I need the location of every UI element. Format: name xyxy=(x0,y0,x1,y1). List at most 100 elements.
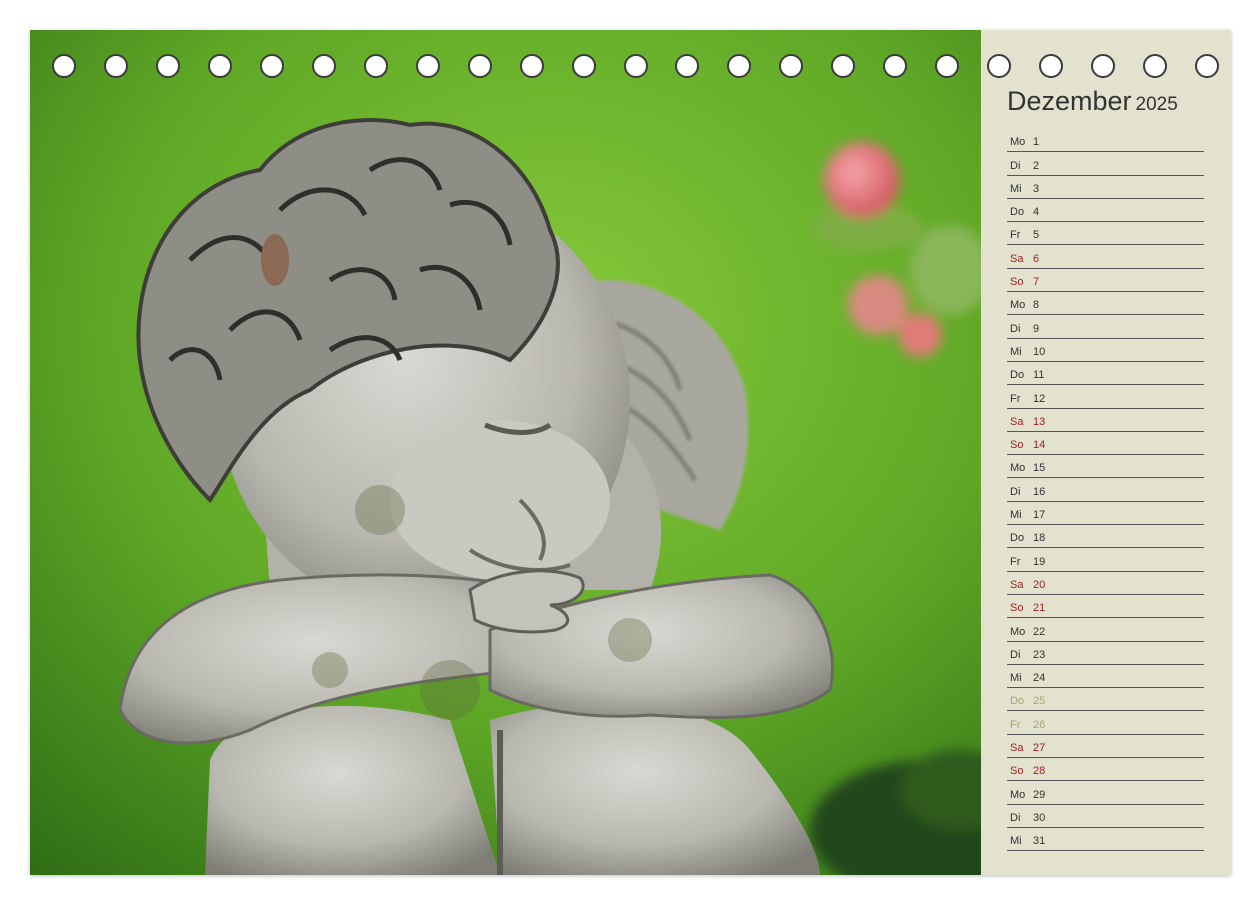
binding-hole xyxy=(415,54,440,78)
day-row: Sa 13 xyxy=(1007,409,1204,432)
day-row: Di 9 xyxy=(1007,315,1204,339)
day-row: Do 4 xyxy=(1007,199,1204,223)
binding-hole xyxy=(727,54,752,78)
weekday-label: Di xyxy=(1010,159,1021,172)
day-row: Sa 6 xyxy=(1007,245,1204,269)
weekday-label: Di xyxy=(1010,485,1021,498)
weekday-label: Sa xyxy=(1010,742,1024,755)
day-row: Mo 1 xyxy=(1007,129,1204,153)
binding-hole xyxy=(467,54,492,78)
day-number: 23 xyxy=(1033,648,1046,661)
day-number: 2 xyxy=(1033,159,1040,172)
day-row: Mo 29 xyxy=(1007,781,1204,805)
binding-hole xyxy=(103,54,128,78)
day-row: Fr 26 xyxy=(1007,711,1204,735)
day-row: So 14 xyxy=(1007,432,1204,456)
day-number: 29 xyxy=(1033,788,1046,801)
binding-hole xyxy=(935,54,960,78)
weekday-label: Mo xyxy=(1010,136,1026,149)
day-number: 6 xyxy=(1033,252,1040,265)
day-number: 12 xyxy=(1033,392,1046,405)
day-row: Do 18 xyxy=(1007,525,1204,549)
day-number: 27 xyxy=(1033,742,1046,755)
calendar-page: Dezember 2025 Mo 1 Di 2 Mi 3 Do 4 Fr 5 Sa 6 So 7 Mo 8 Di 9… xyxy=(30,30,1231,875)
day-row: Mo 22 xyxy=(1007,618,1204,642)
day-row: Mo 15 xyxy=(1007,455,1204,479)
photo-illustration xyxy=(30,30,981,875)
day-row: Mi 24 xyxy=(1007,665,1204,689)
day-number: 17 xyxy=(1033,509,1046,522)
calendar-panel: Dezember 2025 Mo 1 Di 2 Mi 3 Do 4 Fr 5 Sa 6 So 7 Mo 8 Di 9… xyxy=(981,30,1231,875)
day-row: Sa 20 xyxy=(1007,572,1204,595)
weekday-label: Mo xyxy=(1010,299,1026,312)
day-row: So 7 xyxy=(1007,269,1204,293)
weekday-label: Mi xyxy=(1010,509,1022,522)
month-name: Dezember xyxy=(1007,86,1132,116)
binding-hole xyxy=(831,54,856,78)
day-number: 30 xyxy=(1033,811,1046,824)
day-row: Do 25 xyxy=(1007,688,1204,712)
binding-hole xyxy=(311,54,336,78)
day-number: 22 xyxy=(1033,625,1046,638)
day-row: So 28 xyxy=(1007,758,1204,782)
day-row: Di 30 xyxy=(1007,805,1204,828)
weekday-label: Mo xyxy=(1010,625,1026,638)
day-number: 19 xyxy=(1033,555,1046,568)
weekday-label: Fr xyxy=(1010,392,1021,405)
day-row: So 21 xyxy=(1007,595,1204,619)
day-row: Sa 27 xyxy=(1007,735,1204,759)
day-number: 10 xyxy=(1033,345,1046,358)
day-number: 16 xyxy=(1033,485,1046,498)
weekday-label: Mi xyxy=(1010,345,1022,358)
day-number: 5 xyxy=(1033,229,1040,242)
day-number: 21 xyxy=(1033,602,1046,615)
day-number: 20 xyxy=(1033,578,1046,591)
day-number: 4 xyxy=(1033,206,1040,219)
day-row: Di 16 xyxy=(1007,478,1204,502)
binding-hole xyxy=(519,54,544,78)
weekday-label: Fr xyxy=(1010,555,1021,568)
binding-hole xyxy=(363,54,388,78)
day-row: Di 23 xyxy=(1007,642,1204,665)
binding-hole xyxy=(987,54,1012,78)
weekday-label: So xyxy=(1010,765,1024,778)
binding-hole xyxy=(675,54,700,78)
binding-hole xyxy=(623,54,648,78)
day-number: 9 xyxy=(1033,322,1040,335)
day-number: 3 xyxy=(1033,182,1040,195)
weekday-label: Do xyxy=(1010,206,1025,219)
weekday-label: Do xyxy=(1010,532,1025,545)
day-row: Do 11 xyxy=(1007,362,1204,386)
day-row: Mo 8 xyxy=(1007,292,1204,316)
weekday-label: So xyxy=(1010,439,1024,452)
year: 2025 xyxy=(1135,94,1178,115)
weekday-label: Di xyxy=(1010,322,1021,335)
day-number: 13 xyxy=(1033,415,1046,428)
day-number: 8 xyxy=(1033,299,1040,312)
weekday-label: So xyxy=(1010,602,1024,615)
binding-hole xyxy=(779,54,804,78)
weekday-label: So xyxy=(1010,276,1024,289)
month-title: Dezember 2025 xyxy=(1007,86,1178,117)
binding-holes xyxy=(30,54,1231,80)
day-row: Fr 19 xyxy=(1007,548,1204,572)
weekday-label: Fr xyxy=(1010,229,1021,242)
weekday-label: Sa xyxy=(1010,252,1024,265)
weekday-label: Do xyxy=(1010,695,1025,708)
day-number: 11 xyxy=(1033,369,1045,382)
binding-hole xyxy=(1091,54,1116,78)
weekday-label: Fr xyxy=(1010,718,1021,731)
weekday-label: Mo xyxy=(1010,788,1026,801)
binding-hole xyxy=(1195,54,1219,78)
weekday-label: Do xyxy=(1010,369,1025,382)
day-number: 18 xyxy=(1033,532,1046,545)
binding-hole xyxy=(207,54,232,78)
day-number: 1 xyxy=(1033,136,1040,149)
weekday-label: Mo xyxy=(1010,462,1026,475)
day-row: Mi 3 xyxy=(1007,176,1204,199)
binding-hole xyxy=(571,54,596,78)
day-number: 15 xyxy=(1033,462,1046,475)
day-row: Fr 5 xyxy=(1007,222,1204,246)
binding-hole xyxy=(1039,54,1064,78)
day-number: 26 xyxy=(1033,718,1046,731)
